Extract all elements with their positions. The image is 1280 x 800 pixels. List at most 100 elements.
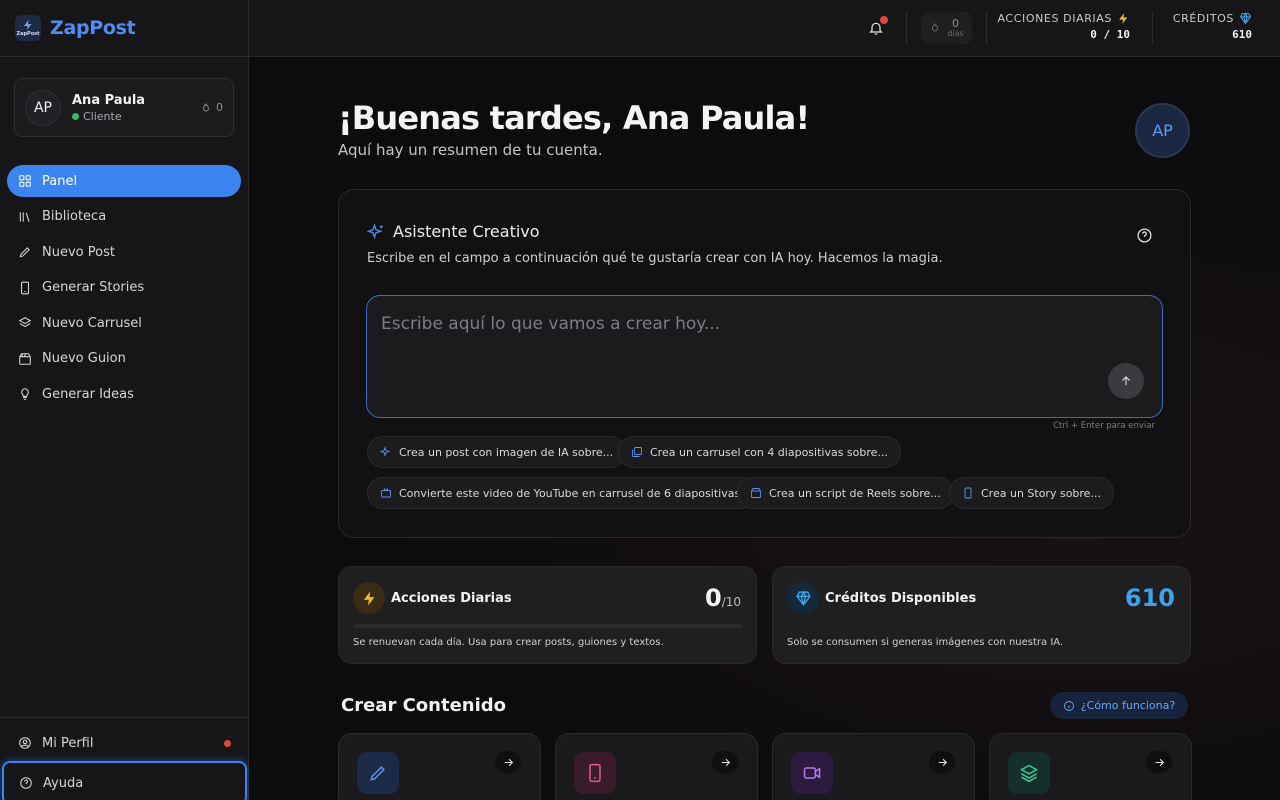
- suggestion-chip-story[interactable]: Crea un Story sobre...: [949, 477, 1114, 509]
- arrow-right-icon[interactable]: [495, 751, 521, 773]
- daily-actions-max: /10: [721, 595, 741, 609]
- nav-item-ayuda[interactable]: Ayuda: [2, 761, 247, 800]
- user-streak: 0: [200, 101, 223, 114]
- pencil-icon: [357, 752, 399, 794]
- nav-item-mi-perfil[interactable]: Mi Perfil: [0, 725, 249, 761]
- assistant-description: Escribe en el campo a continuación qué t…: [367, 251, 943, 266]
- notification-dot: [224, 739, 231, 747]
- logo-text: ZapPost: [16, 31, 40, 37]
- streak-counter[interactable]: 0 días: [921, 12, 972, 44]
- nav-item-label: Nuevo Post: [42, 244, 115, 260]
- nav-item-label: Nuevo Guion: [42, 351, 126, 366]
- daily-actions-note: Se renuevan cada día. Usa para crear pos…: [353, 637, 664, 648]
- daily-actions-card: Acciones Diarias 0/10 Se renuevan cada d…: [338, 566, 757, 664]
- suggestion-chip-youtube[interactable]: Convierte este video de YouTube en carru…: [367, 477, 757, 509]
- brand[interactable]: ZapPost ZapPost: [0, 0, 248, 57]
- create-card-carrusel[interactable]: [989, 733, 1192, 800]
- main-nav: Panel Biblioteca Nuevo Post Generar Stor…: [7, 165, 241, 414]
- clapperboard-icon: [751, 488, 761, 498]
- create-card-story[interactable]: [555, 733, 758, 800]
- create-card-video[interactable]: [772, 733, 975, 800]
- nav-item-generar-stories[interactable]: Generar Stories: [7, 272, 241, 304]
- suggestion-chip-reels[interactable]: Crea un script de Reels sobre...: [737, 477, 954, 509]
- user-card[interactable]: AP Ana Paula Cliente 0: [14, 78, 234, 137]
- suggestion-chip-post[interactable]: Crea un post con imagen de IA sobre...: [367, 436, 627, 468]
- nav-item-label: Panel: [42, 173, 78, 189]
- flame-icon: [203, 102, 209, 111]
- daily-actions-count: 0/10: [705, 584, 741, 612]
- credits-card: Créditos Disponibles 610 Solo se consume…: [772, 566, 1191, 664]
- streak-value: 0: [952, 16, 959, 30]
- phone-icon: [574, 752, 616, 794]
- credits-value: 610: [1124, 584, 1175, 612]
- video-icon: [791, 752, 833, 794]
- user-role: Cliente: [72, 110, 200, 123]
- nav-item-label: Biblioteca: [42, 209, 107, 224]
- layers-icon: [18, 316, 32, 330]
- diamond-icon: [787, 582, 819, 614]
- chip-label: Crea un carrusel con 4 diapositivas sobr…: [650, 445, 888, 459]
- how-it-works-button[interactable]: ¿Cómo funciona?: [1050, 692, 1188, 719]
- phone-icon: [964, 487, 972, 499]
- nav-item-biblioteca[interactable]: Biblioteca: [7, 201, 241, 233]
- arrow-right-icon[interactable]: [929, 751, 955, 773]
- streak-label: días: [947, 28, 964, 38]
- daily-actions-value: 0 / 10: [1090, 28, 1130, 41]
- layers-icon: [1008, 752, 1050, 794]
- phone-icon: [18, 281, 32, 295]
- arrow-right-icon[interactable]: [1146, 751, 1172, 773]
- online-dot: [72, 112, 79, 120]
- lightbulb-icon: [18, 387, 32, 401]
- pencil-icon: [18, 245, 32, 259]
- help-button[interactable]: [1136, 227, 1153, 244]
- library-icon: [18, 210, 32, 224]
- credits-note: Solo se consumen si generas imágenes con…: [787, 637, 1064, 648]
- nav-item-nuevo-carrusel[interactable]: Nuevo Carrusel: [7, 307, 241, 339]
- topbar: 0 días ACCIONES DIARIAS 0 / 10 CRÉDITOS …: [249, 0, 1280, 57]
- sidebar: ZapPost ZapPost AP Ana Paula Cliente 0 P…: [0, 0, 249, 800]
- assistant-title: Asistente Creativo: [367, 222, 540, 241]
- diamond-icon: [1239, 12, 1252, 25]
- nav-item-nuevo-post[interactable]: Nuevo Post: [7, 236, 241, 268]
- avatar: AP: [25, 89, 61, 126]
- images-icon: [632, 447, 642, 457]
- user-role-label: Cliente: [83, 109, 122, 123]
- divider: [1152, 12, 1153, 44]
- help-circle-icon: [20, 777, 32, 789]
- creative-assistant-panel: Asistente Creativo Escribe en el campo a…: [338, 189, 1191, 538]
- chip-label: Crea un script de Reels sobre...: [769, 486, 941, 500]
- user-streak-value: 0: [216, 101, 223, 114]
- credits-metric: CRÉDITOS 610: [1173, 12, 1252, 41]
- create-card-post[interactable]: [338, 733, 541, 800]
- nav-item-label: Mi Perfil: [42, 735, 94, 751]
- nav-item-label: Generar Ideas: [42, 386, 134, 402]
- credits-value: 610: [1232, 28, 1252, 41]
- user-name: Ana Paula: [72, 92, 146, 108]
- send-button[interactable]: [1108, 363, 1144, 399]
- prompt-input[interactable]: [381, 314, 1081, 334]
- chip-label: Crea un Story sobre...: [981, 486, 1101, 500]
- daily-actions-metric: ACCIONES DIARIAS 0 / 10: [998, 12, 1131, 41]
- nav-item-nuevo-guion[interactable]: Nuevo Guion: [7, 343, 241, 375]
- tv-icon: [381, 488, 391, 498]
- page-title: ¡Buenas tardes, Ana Paula!: [338, 99, 810, 137]
- nav-item-panel[interactable]: Panel: [7, 165, 241, 197]
- chip-label: Crea un post con imagen de IA sobre...: [399, 445, 614, 459]
- send-hint: Ctrl + Enter para enviar: [1053, 421, 1155, 431]
- clapperboard-icon: [18, 352, 32, 366]
- sparkles-icon: [380, 446, 391, 457]
- avatar[interactable]: AP: [1135, 103, 1190, 158]
- daily-actions-label: ACCIONES DIARIAS: [997, 12, 1112, 25]
- lightning-icon: [353, 582, 385, 614]
- suggestion-chip-carrusel[interactable]: Crea un carrusel con 4 diapositivas sobr…: [618, 436, 901, 468]
- nav-item-label: Nuevo Carrusel: [42, 315, 142, 331]
- arrow-right-icon[interactable]: [712, 751, 738, 773]
- grid-icon: [18, 174, 32, 188]
- divider: [986, 12, 987, 44]
- credits-label: CRÉDITOS: [1172, 12, 1234, 25]
- nav-item-generar-ideas[interactable]: Generar Ideas: [7, 378, 241, 410]
- brand-name: ZapPost: [50, 17, 136, 39]
- daily-actions-value: 0: [704, 584, 722, 612]
- flame-icon: [932, 23, 939, 32]
- lightning-icon: [1119, 13, 1128, 24]
